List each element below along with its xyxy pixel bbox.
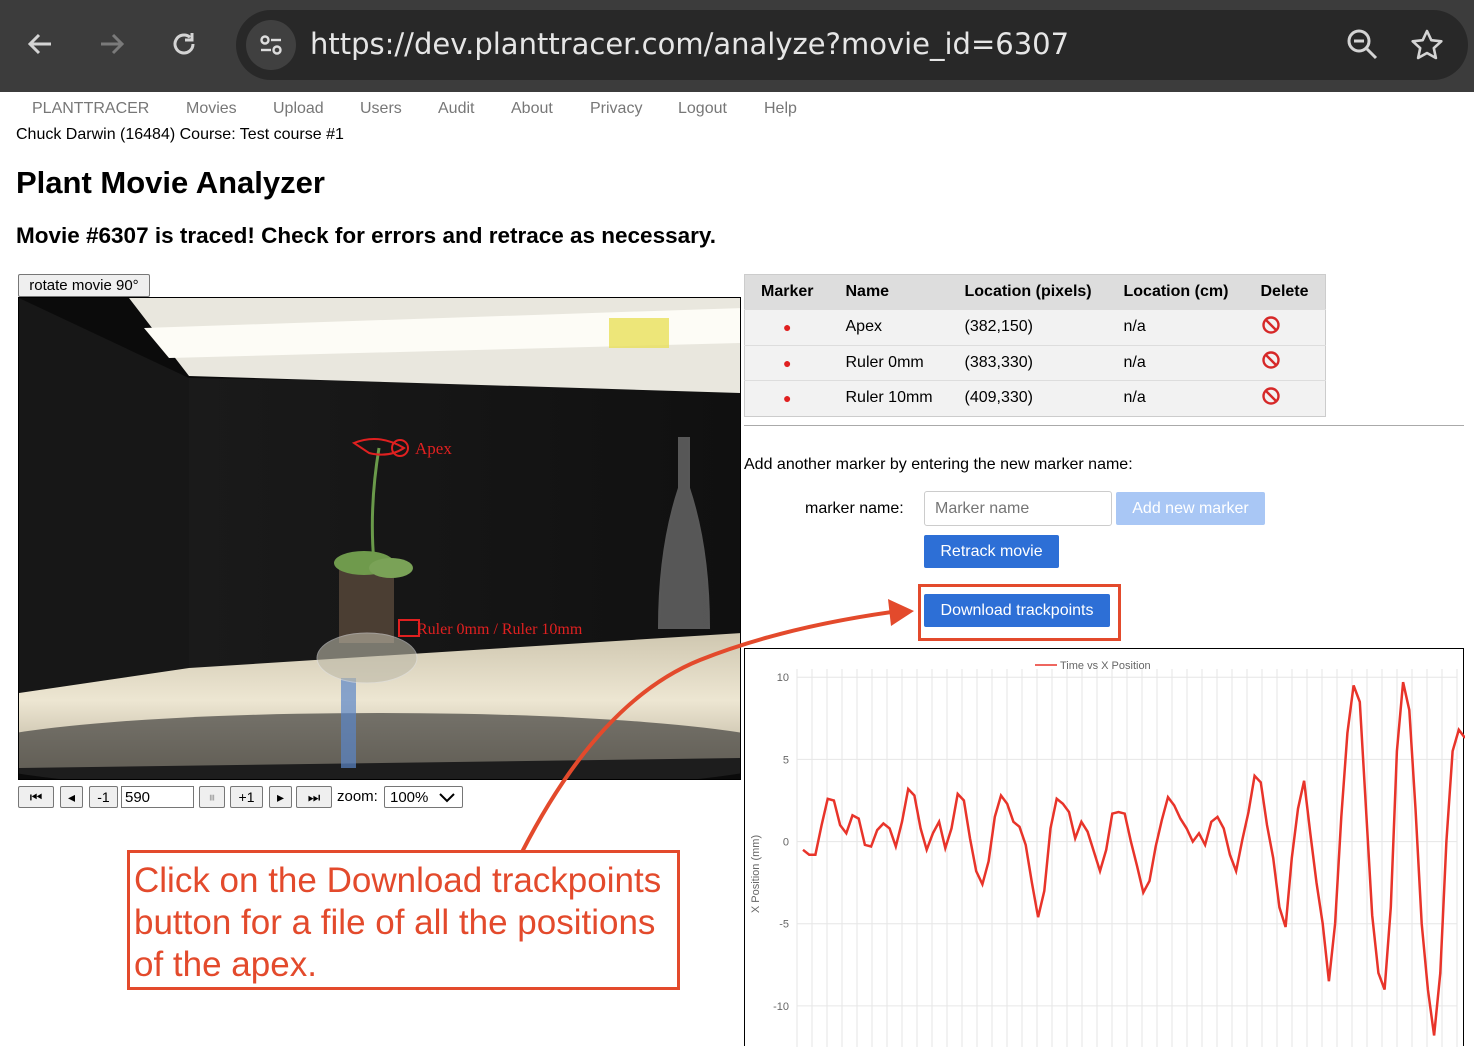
rotate-movie-button[interactable]: rotate movie 90° xyxy=(18,274,150,297)
marker-name-input[interactable] xyxy=(924,491,1112,526)
movie-image: Apex Ruler 0mm / Ruler 10mm xyxy=(19,298,740,779)
zoom-select[interactable]: 100% xyxy=(384,786,463,808)
marker-dot: ● xyxy=(744,344,830,381)
marker-pixels: (382,150) xyxy=(948,309,1108,345)
apex-overlay-label: Apex xyxy=(415,439,452,458)
prohibited-icon xyxy=(1261,316,1280,334)
marker-cm: n/a xyxy=(1107,380,1245,416)
legend-label: Time vs X Position xyxy=(1060,660,1151,672)
url-text[interactable]: https://dev.planttracer.com/analyze?movi… xyxy=(310,27,1069,61)
address-bar[interactable]: https://dev.planttracer.com/analyze?movi… xyxy=(236,10,1468,80)
delete-button[interactable] xyxy=(1244,309,1326,345)
reload-icon xyxy=(173,33,195,55)
reload-button[interactable] xyxy=(162,22,206,66)
bookmark-button[interactable] xyxy=(1410,28,1444,67)
marker-pixels: (383,330) xyxy=(948,344,1108,381)
play-button[interactable]: ▸ xyxy=(269,786,292,808)
status-message: Movie #6307 is traced! Check for errors … xyxy=(16,223,716,248)
delete-button[interactable] xyxy=(1244,380,1326,416)
marker-pixels: (409,330) xyxy=(948,380,1108,416)
download-trackpoints-button[interactable]: Download trackpoints xyxy=(924,594,1110,627)
x-position-chart: 10 5 0 -5 -10 Time vs X Position X Position … xyxy=(744,648,1466,1047)
chart-svg: 10 5 0 -5 -10 Time vs X Position X Position … xyxy=(750,660,1466,1047)
user-info: Chuck Darwin (16484) Course: Test course… xyxy=(16,126,344,143)
table-row: ● Apex (382,150) n/a xyxy=(744,309,1326,345)
y-tick-label: -10 xyxy=(773,1001,789,1013)
site-settings-button[interactable] xyxy=(246,20,296,70)
chevron-down-icon xyxy=(439,793,455,803)
page-title: Plant Movie Analyzer xyxy=(16,165,325,200)
nav-audit[interactable]: Audit xyxy=(438,100,474,118)
nav-privacy[interactable]: Privacy xyxy=(590,100,642,118)
nav-users[interactable]: Users xyxy=(360,100,402,118)
zoom-label: zoom: xyxy=(337,788,378,805)
marker-cm: n/a xyxy=(1107,344,1245,381)
col-delete: Delete xyxy=(1244,274,1326,310)
movie-frame[interactable]: Apex Ruler 0mm / Ruler 10mm xyxy=(18,297,741,780)
zoom-value: 100% xyxy=(390,788,429,806)
pause-button[interactable]: ⏸ xyxy=(199,786,225,808)
marker-name: Ruler 10mm xyxy=(829,380,949,416)
zoom-out-icon xyxy=(1347,29,1378,60)
prev-frame-button[interactable]: ◂ xyxy=(60,786,83,808)
divider xyxy=(744,425,1464,426)
tune-icon xyxy=(260,35,282,55)
annotation-callout: Click on the Download trackpoints button… xyxy=(127,850,680,990)
marker-dot: ● xyxy=(744,309,830,345)
y-tick-label: 0 xyxy=(783,837,789,849)
prohibited-icon xyxy=(1261,351,1280,369)
arrow-right-icon xyxy=(101,33,125,55)
add-new-marker-button[interactable]: Add new marker xyxy=(1116,492,1265,525)
back-button[interactable] xyxy=(18,22,62,66)
y-tick-label: -5 xyxy=(779,919,789,931)
col-location-pixels: Location (pixels) xyxy=(948,274,1108,310)
last-frame-button[interactable]: ⏭ xyxy=(296,786,332,808)
add-marker-instructions: Add another marker by entering the new m… xyxy=(744,456,1133,473)
marker-dot: ● xyxy=(744,380,830,416)
y-tick-label: 10 xyxy=(777,672,789,684)
zoom-button[interactable] xyxy=(1346,28,1380,67)
nav-planttracer[interactable]: PLANTTRACER xyxy=(32,100,149,118)
nav-upload[interactable]: Upload xyxy=(273,100,324,118)
plus-one-button[interactable]: +1 xyxy=(230,786,263,808)
nav-movies[interactable]: Movies xyxy=(186,100,237,118)
arrow-left-icon xyxy=(27,33,51,55)
markers-table: Marker Name Location (pixels) Location (… xyxy=(744,274,1326,417)
nav-about[interactable]: About xyxy=(511,100,553,118)
col-location-cm: Location (cm) xyxy=(1107,274,1245,310)
marker-cm: n/a xyxy=(1107,309,1245,345)
y-axis-label: X Position (mm) xyxy=(750,835,762,913)
minus-one-button[interactable]: -1 xyxy=(89,786,118,808)
marker-name: Apex xyxy=(829,309,949,345)
star-icon xyxy=(1411,29,1443,60)
first-frame-button[interactable]: ⏮ xyxy=(18,786,54,808)
table-row: ● Ruler 0mm (383,330) n/a xyxy=(744,344,1326,381)
frame-number-input[interactable] xyxy=(121,786,194,808)
col-marker: Marker xyxy=(744,274,830,310)
prohibited-icon xyxy=(1261,387,1280,405)
browser-toolbar: https://dev.planttracer.com/analyze?movi… xyxy=(0,0,1474,92)
y-tick-label: 5 xyxy=(783,754,789,766)
forward-button[interactable] xyxy=(90,22,134,66)
ruler-overlay-label: Ruler 0mm / Ruler 10mm xyxy=(417,621,583,638)
delete-button[interactable] xyxy=(1244,344,1326,381)
nav-logout[interactable]: Logout xyxy=(678,100,727,118)
marker-name: Ruler 0mm xyxy=(829,344,949,381)
marker-name-label: marker name: xyxy=(805,500,904,517)
col-name: Name xyxy=(829,274,949,310)
table-row: ● Ruler 10mm (409,330) n/a xyxy=(744,380,1326,416)
retrack-movie-button[interactable]: Retrack movie xyxy=(924,535,1059,568)
nav-help[interactable]: Help xyxy=(764,100,797,118)
